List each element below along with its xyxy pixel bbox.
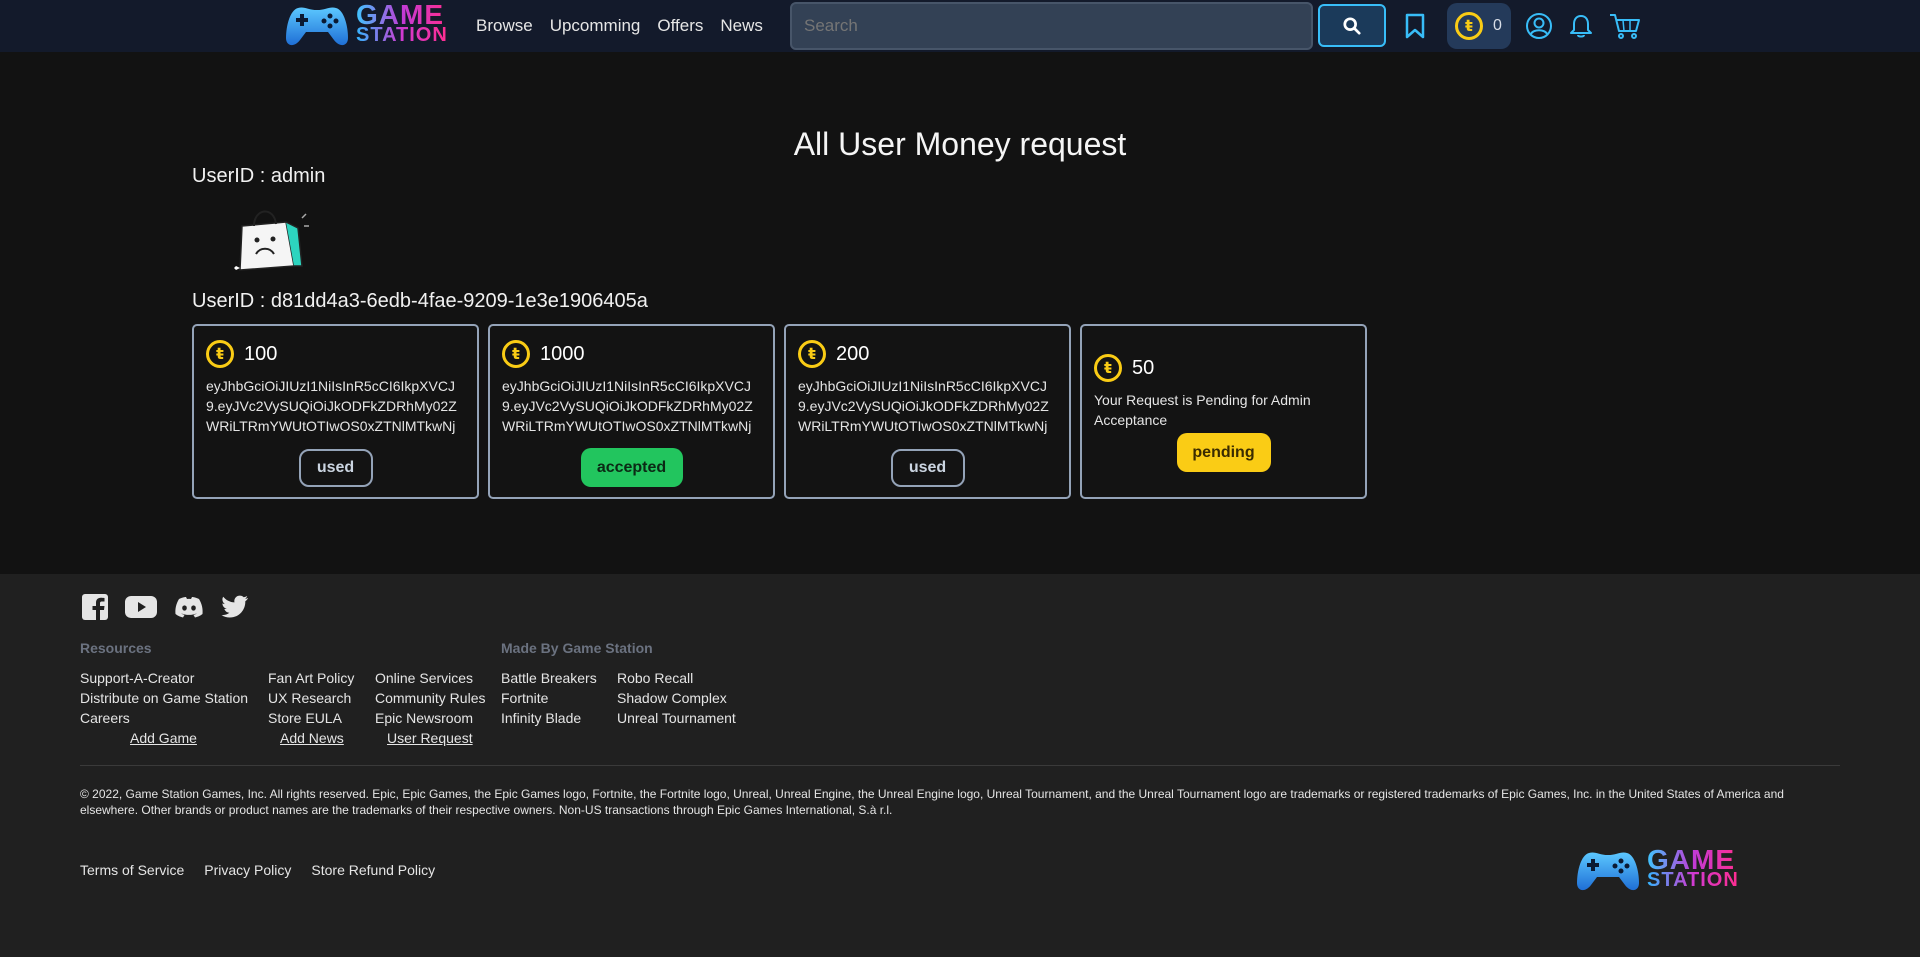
youtube-icon[interactable]: [124, 592, 158, 621]
wishlist-button[interactable]: [1399, 10, 1431, 42]
footer-logo[interactable]: GAME STATION: [1575, 846, 1739, 894]
status-accepted-button[interactable]: accepted: [580, 448, 683, 487]
bookmark-icon: [1405, 13, 1425, 39]
brand-line2: STATION: [356, 24, 448, 46]
coin-icon: ŧ: [206, 340, 234, 368]
made-by-heading: Made By Game Station: [501, 640, 653, 656]
twitter-icon[interactable]: [220, 592, 249, 621]
nav-news[interactable]: News: [720, 16, 763, 36]
profile-button[interactable]: [1523, 10, 1555, 42]
user-request-link[interactable]: User Request: [387, 728, 485, 748]
social-links: [80, 592, 249, 621]
cart-icon: [1610, 14, 1640, 39]
footer-link[interactable]: Distribute on Game Station: [80, 688, 248, 708]
coin-icon: ŧ: [502, 340, 530, 368]
request-amount: 200: [836, 342, 870, 365]
gamepad-logo-icon: [284, 2, 350, 48]
brand-line2: STATION: [1647, 869, 1739, 891]
search-icon: [1343, 16, 1361, 35]
footer-link[interactable]: Fan Art Policy: [268, 668, 354, 688]
nav-upcomming[interactable]: Upcomming: [550, 16, 641, 36]
footer-col-3: Online Services Community Rules Epic New…: [375, 668, 485, 748]
footer-link[interactable]: Robo Recall: [617, 668, 736, 688]
pending-message: Your Request is Pending for Admin Accept…: [1094, 392, 1311, 428]
main-nav: Browse Upcomming Offers News: [476, 16, 763, 36]
legal-text: © 2022, Game Station Games, Inc. All rig…: [80, 787, 1784, 817]
footer-col-1: Support-A-Creator Distribute on Game Sta…: [80, 668, 248, 748]
footer-col-4: Battle Breakers Fortnite Infinity Blade: [501, 668, 597, 728]
status-used-button[interactable]: used: [890, 449, 965, 487]
coin-balance[interactable]: ŧ 0: [1447, 3, 1511, 49]
add-news-link[interactable]: Add News: [280, 728, 354, 748]
footer-link[interactable]: Epic Newsroom: [375, 708, 485, 728]
request-card: ŧ 200 eyJhbGciOiJIUzI1NiIsInR5cCI6IkpXVC…: [784, 324, 1071, 499]
footer-link[interactable]: Careers: [80, 708, 248, 728]
search-box: [790, 2, 1313, 50]
bottom-links: Terms of Service Privacy Policy Store Re…: [80, 862, 435, 878]
footer-col-2: Fan Art Policy UX Research Store EULA Ad…: [268, 668, 354, 748]
nav-offers[interactable]: Offers: [657, 16, 703, 36]
search-button[interactable]: [1318, 4, 1386, 47]
cart-button[interactable]: [1606, 10, 1644, 42]
empty-bag-icon: [234, 210, 309, 271]
status-pending-button[interactable]: pending: [1176, 433, 1271, 472]
footer-link[interactable]: UX Research: [268, 688, 354, 708]
footer-link[interactable]: Online Services: [375, 668, 485, 688]
user-id-admin: UserID : admin: [192, 165, 326, 187]
bell-icon: [1570, 15, 1592, 38]
coin-icon: ŧ: [1094, 354, 1122, 382]
footer-link[interactable]: Community Rules: [375, 688, 485, 708]
discord-icon[interactable]: [173, 592, 205, 621]
footer-link[interactable]: Store EULA: [268, 708, 354, 728]
game-station-logo[interactable]: GAME STATION: [284, 1, 448, 48]
request-card: ŧ 1000 eyJhbGciOiJIUzI1NiIsInR5cCI6IkpXV…: [488, 324, 775, 499]
request-card: ŧ 100 eyJhbGciOiJIUzI1NiIsInR5cCI6IkpXVC…: [192, 324, 479, 499]
status-used-button[interactable]: used: [298, 449, 373, 487]
page-title: All User Money request: [793, 126, 1127, 162]
footer-divider: [80, 765, 1840, 766]
coin-icon: ŧ: [798, 340, 826, 368]
request-cards: ŧ 100 eyJhbGciOiJIUzI1NiIsInR5cCI6IkpXVC…: [192, 324, 1367, 499]
gamepad-logo-icon: [1575, 846, 1641, 894]
request-token: eyJhbGciOiJIUzI1NiIsInR5cCI6IkpXVCJ9.eyJ…: [798, 378, 1049, 434]
request-token: eyJhbGciOiJIUzI1NiIsInR5cCI6IkpXVCJ9.eyJ…: [502, 378, 753, 434]
refund-policy-link[interactable]: Store Refund Policy: [311, 862, 435, 878]
coin-icon: ŧ: [1455, 12, 1483, 40]
footer-link[interactable]: Battle Breakers: [501, 668, 597, 688]
request-amount: 50: [1132, 356, 1155, 379]
privacy-link[interactable]: Privacy Policy: [204, 862, 291, 878]
brand-line1: GAME: [1647, 846, 1739, 874]
request-card: ŧ 50 Your Request is Pending for Admin A…: [1080, 324, 1367, 499]
user-icon: [1526, 13, 1552, 39]
add-game-link[interactable]: Add Game: [130, 728, 248, 748]
top-header: GAME STATION Browse Upcomming Offers New…: [0, 0, 1920, 52]
user-id-guid: UserID : d81dd4a3-6edb-4fae-9209-1e3e190…: [192, 290, 648, 312]
footer-link[interactable]: Fortnite: [501, 688, 597, 708]
resources-heading: Resources: [80, 640, 152, 656]
coin-count: 0: [1493, 17, 1502, 34]
nav-browse[interactable]: Browse: [476, 16, 533, 36]
request-amount: 100: [244, 342, 278, 365]
terms-link[interactable]: Terms of Service: [80, 862, 184, 878]
search-input[interactable]: [804, 16, 1311, 36]
footer-col-5: Robo Recall Shadow Complex Unreal Tourna…: [617, 668, 736, 728]
facebook-icon[interactable]: [80, 592, 109, 621]
brand-line1: GAME: [356, 1, 448, 29]
request-amount: 1000: [540, 342, 585, 365]
footer: Resources Made By Game Station Support-A…: [0, 574, 1920, 957]
request-token: eyJhbGciOiJIUzI1NiIsInR5cCI6IkpXVCJ9.eyJ…: [206, 378, 457, 434]
footer-link[interactable]: Unreal Tournament: [617, 708, 736, 728]
notifications-button[interactable]: [1565, 10, 1597, 42]
footer-link[interactable]: Infinity Blade: [501, 708, 597, 728]
footer-link[interactable]: Support-A-Creator: [80, 668, 248, 688]
footer-link[interactable]: Shadow Complex: [617, 688, 736, 708]
